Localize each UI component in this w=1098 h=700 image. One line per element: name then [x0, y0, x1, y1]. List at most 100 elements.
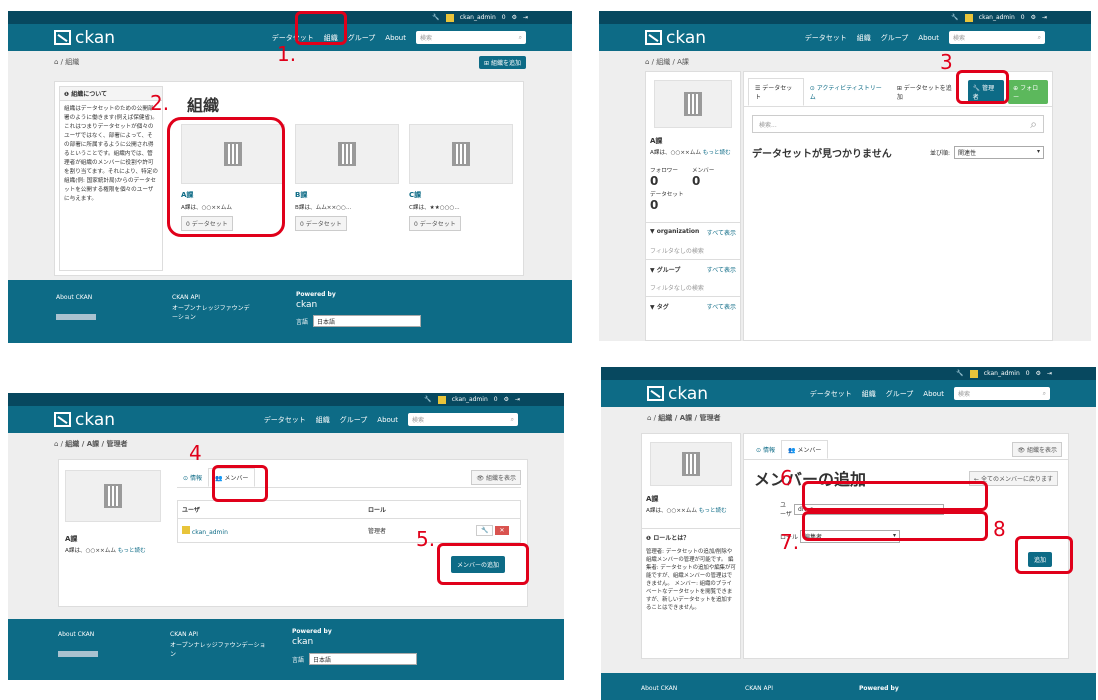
footer-ckan-logo[interactable]: ckan	[296, 300, 317, 310]
show-all-link[interactable]: すべて表示	[707, 265, 736, 274]
footer-about[interactable]: About CKAN	[56, 294, 92, 301]
read-more-link[interactable]: もっと読む	[699, 508, 727, 514]
footer-ckan-logo[interactable]: ckan	[292, 637, 313, 647]
search-input[interactable]: 検索 ⌕	[949, 31, 1045, 44]
search-input[interactable]: 検索 ⌕	[954, 387, 1050, 400]
tab-datasets[interactable]: ☰ データセット	[748, 78, 804, 106]
tab-info[interactable]: ⊙ 情報	[750, 441, 781, 458]
view-organization-button[interactable]: 👁 組織を表示	[471, 470, 521, 485]
sort-select[interactable]: 関連性 ▾	[954, 146, 1044, 159]
org-card-b[interactable]: B課 B課は、ムム××○○... 0 データセット	[295, 124, 399, 231]
ckan-logo[interactable]: ckan	[647, 384, 708, 404]
nav-about[interactable]: About	[377, 416, 398, 424]
nav-about[interactable]: About	[918, 34, 939, 42]
nav-groups[interactable]: グループ	[881, 33, 909, 43]
member-link[interactable]: ckan_admin	[192, 529, 228, 536]
wrench-icon[interactable]: 🔧	[424, 396, 431, 403]
org-image[interactable]	[409, 124, 513, 184]
tab-info[interactable]: ⊙ 情報	[177, 469, 208, 486]
language-select[interactable]: 日本語	[313, 315, 421, 327]
wrench-icon[interactable]: 🔧	[951, 14, 958, 21]
highlight-role-field	[802, 511, 988, 541]
dashboard-count[interactable]: 0	[1026, 370, 1030, 377]
license-badge[interactable]	[56, 314, 96, 320]
avatar[interactable]	[445, 13, 454, 22]
nav-organizations[interactable]: 組織	[316, 415, 330, 425]
home-icon[interactable]: ⌂ /	[54, 440, 65, 448]
gear-icon[interactable]: ⚙	[1031, 14, 1036, 21]
logout-icon[interactable]: ⇥	[515, 396, 520, 403]
dashboard-count[interactable]: 0	[502, 14, 506, 21]
nav-organizations[interactable]: 組織	[862, 389, 876, 399]
step-5-label: 5.	[416, 527, 436, 551]
org-name: A課	[650, 137, 663, 145]
search-input[interactable]: 検索 ⌕	[408, 413, 518, 426]
gear-icon[interactable]: ⚙	[1036, 370, 1041, 377]
footer-okfn[interactable]: オープンナレッジファウンデーション	[170, 641, 270, 659]
username[interactable]: ckan_admin	[460, 14, 496, 21]
logout-icon[interactable]: ⇥	[1042, 14, 1047, 21]
logout-icon[interactable]: ⇥	[523, 14, 528, 21]
gear-icon[interactable]: ⚙	[504, 396, 509, 403]
username[interactable]: ckan_admin	[452, 396, 488, 403]
home-icon[interactable]: ⌂ /	[647, 414, 658, 422]
ckan-logo[interactable]: ckan	[645, 28, 706, 48]
tab-activity[interactable]: ⊙ アクティビティストリーム	[804, 79, 891, 105]
building-icon	[338, 142, 356, 166]
avatar[interactable]	[964, 13, 973, 22]
role-help-title: ロールとは？	[653, 535, 690, 542]
read-more-link[interactable]: もっと読む	[118, 548, 146, 554]
org-image[interactable]	[650, 442, 732, 486]
username[interactable]: ckan_admin	[979, 14, 1015, 21]
nav-datasets[interactable]: データセット	[810, 389, 852, 399]
read-more-link[interactable]: もっと読む	[703, 150, 731, 156]
edit-member-button[interactable]: 🔧	[476, 525, 494, 536]
add-organization-button[interactable]: ⊞ 組織を追加	[479, 55, 526, 69]
logout-icon[interactable]: ⇥	[1047, 370, 1052, 377]
search-input[interactable]: 検索 ⌕	[416, 31, 526, 44]
ckan-logo[interactable]: ckan	[54, 28, 115, 48]
wrench-icon[interactable]: 🔧	[956, 370, 963, 377]
nav-organizations[interactable]: 組織	[857, 33, 871, 43]
avatar[interactable]	[437, 395, 446, 404]
tab-members[interactable]: 👥 メンバー	[780, 440, 829, 459]
home-icon[interactable]: ⌂ /	[54, 58, 65, 66]
ckan-logo[interactable]: ckan	[54, 410, 115, 430]
org-image[interactable]	[654, 80, 732, 128]
show-all-link[interactable]: すべて表示	[707, 228, 736, 237]
building-icon	[104, 484, 122, 508]
tab-add-dataset[interactable]: ⊞ データセットを追加	[891, 79, 962, 105]
footer-about[interactable]: About CKAN	[641, 685, 677, 692]
dashboard-count[interactable]: 0	[1021, 14, 1025, 21]
dashboard-count[interactable]: 0	[494, 396, 498, 403]
org-name[interactable]: B課	[295, 190, 399, 200]
nav-groups[interactable]: グループ	[886, 389, 914, 399]
gear-icon[interactable]: ⚙	[512, 14, 517, 21]
footer-api[interactable]: CKAN API	[170, 631, 198, 638]
dataset-search-input[interactable]: 検索... ⌕	[752, 115, 1044, 133]
nav-datasets[interactable]: データセット	[805, 33, 847, 43]
language-select[interactable]: 日本語	[309, 653, 417, 665]
view-organization-button[interactable]: 👁 組織を表示	[1012, 442, 1062, 457]
avatar[interactable]	[969, 369, 978, 378]
org-image[interactable]	[295, 124, 399, 184]
org-image[interactable]	[65, 470, 161, 522]
nav-groups[interactable]: グループ	[348, 33, 376, 43]
org-name[interactable]: C課	[409, 190, 513, 200]
nav-groups[interactable]: グループ	[340, 415, 368, 425]
footer-about[interactable]: About CKAN	[58, 631, 94, 638]
nav-datasets[interactable]: データセット	[264, 415, 306, 425]
show-all-link[interactable]: すべて表示	[707, 302, 736, 311]
home-icon[interactable]: ⌂ /	[645, 58, 656, 66]
footer-api[interactable]: CKAN API	[172, 294, 200, 301]
username[interactable]: ckan_admin	[984, 370, 1020, 377]
follow-button[interactable]: ⊕ フォロー	[1008, 80, 1048, 104]
nav-about[interactable]: About	[923, 390, 944, 398]
license-badge[interactable]	[58, 651, 98, 657]
nav-about[interactable]: About	[385, 34, 406, 42]
delete-member-button[interactable]: ✕	[495, 526, 509, 535]
footer-okfn[interactable]: オープンナレッジファウンデーション	[172, 304, 252, 322]
org-card-c[interactable]: C課 C課は、★★○○○... 0 データセット	[409, 124, 513, 231]
footer-api[interactable]: CKAN API	[745, 685, 773, 692]
wrench-icon[interactable]: 🔧	[432, 14, 439, 21]
